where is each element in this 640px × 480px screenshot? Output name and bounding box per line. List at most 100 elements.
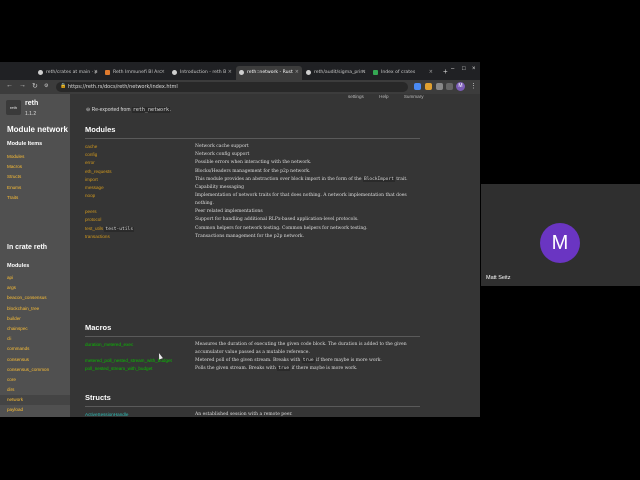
downloads-icon[interactable] [446,83,453,90]
structs-heading[interactable]: Structs [85,393,111,402]
sidebar-item-traits[interactable]: Traits [7,193,24,203]
sidebar-module-title[interactable]: Module network [7,125,68,134]
close-icon[interactable]: × [295,69,299,75]
mod-name: protocol [85,217,102,223]
video-participant-tile[interactable]: M Matt Seitz [481,184,640,286]
description-text: Possible errors when interacting with th… [195,160,312,166]
close-window-icon[interactable]: × [472,66,476,72]
rust-logo[interactable]: reth [6,100,21,115]
sidebar-item-macros[interactable]: Macros [7,162,24,172]
sidebar-crate-item-payload[interactable]: payload [7,405,70,415]
crate-version: 1.1.2 [25,111,37,117]
mod-row: noop Implementation of network traits for… [85,192,425,208]
tab-icon [373,70,378,75]
sidebar-crate-item-dirs[interactable]: dirs [7,385,70,395]
sidebar-crate-item-cli[interactable]: cli [7,334,70,344]
description-text: This module provides an abstraction over… [195,176,362,182]
inline-code: BlockImport [363,176,395,182]
macro-description: Metered poll of the given stream. Breaks… [195,357,425,365]
tab-index-of-crates[interactable]: Index of crates × [370,66,436,80]
mod-link[interactable]: protocol [85,216,193,224]
puzzle-icon[interactable] [436,83,443,90]
settings-link[interactable]: settings [348,94,364,99]
sidebar-crate-item-blockchain-tree[interactable]: blockchain_tree [7,304,70,314]
mod-row: error Possible errors when interacting wi… [85,159,425,167]
tab-label: reth::network - Rust [247,70,293,75]
description-text: Blocks/Headers management for the p2p ne… [195,168,311,174]
sidebar-crate-item-chainspec[interactable]: chainspec [7,324,70,334]
close-icon[interactable]: × [228,69,232,75]
extension-icon[interactable] [425,83,432,90]
mod-name: cache [85,144,98,149]
sidebar-crate-item-commands[interactable]: commands [7,344,70,354]
sidebar-crate-title[interactable]: In crate reth [7,244,47,251]
mod-description: Support for handling additional RLPx-bas… [195,216,425,224]
struct-row: ActiveSessionHandle An established sessio… [85,411,425,417]
close-icon[interactable]: × [94,69,98,75]
close-icon[interactable]: × [362,69,366,75]
tab-introduction[interactable]: Introduction - reth B × [169,66,235,80]
sidebar-crate-item-args[interactable]: args [7,283,70,293]
sidebar-item-enums[interactable]: Enums [7,183,24,193]
extension-icon[interactable] [414,83,421,90]
macro-link[interactable]: duration_metered_exec [85,341,193,349]
tab-reth-audit[interactable]: reth/audit/sigma_prim × [303,66,369,80]
description-text: Metered poll of the given stream. Breaks… [195,358,301,363]
sidebar-crate-item-consensus[interactable]: consensus [7,355,70,365]
forward-icon[interactable]: → [19,82,26,89]
mod-link[interactable]: import [85,176,193,184]
description-text: Transactions management for the p2p netw… [195,233,305,239]
tab-reth-network[interactable]: reth::network - Rust × [236,66,302,80]
address-bar[interactable]: 🔒 https://reth.rs/docs/reth/network/inde… [56,82,408,92]
modules-heading[interactable]: Modules [85,125,115,134]
reload-icon[interactable]: ↻ [32,82,38,90]
tab-label: reth/audit/sigma_prim [314,70,365,75]
sidebar-item-structs[interactable]: Structs [7,172,24,182]
sidebar-crate-item-primitives[interactable]: primitives [7,416,70,417]
tab-reth-crates[interactable]: reth/crates at main · p × [35,66,101,80]
macros-heading[interactable]: Macros [85,323,111,332]
back-icon[interactable]: ← [6,82,13,89]
tab-reth-immunefi[interactable]: Reth Immunefi Bl Arc × [102,66,168,80]
mod-name: message [85,185,104,190]
mod-link[interactable]: error [85,159,193,167]
new-tab-button[interactable]: + [443,67,448,76]
minimize-icon[interactable]: – [451,66,454,72]
description-text: An established session with a remote pee… [195,412,293,417]
participant-name: Matt Seitz [486,275,511,281]
rust-icon [239,70,244,75]
mod-name: eth_requests [85,168,112,174]
crate-name[interactable]: reth [25,100,38,107]
mod-link[interactable]: cache [85,143,193,151]
mod-link[interactable]: noop [85,192,193,200]
macro-link[interactable]: metered_poll_nested_stream_with_budget [85,357,193,365]
description-text: Network cache support [195,144,249,149]
sidebar-crate-modules-heading[interactable]: Modules [7,263,29,269]
mod-link[interactable]: message [85,184,193,192]
sidebar-module-items-heading[interactable]: Module Items [7,141,42,147]
help-link[interactable]: Help [379,94,388,99]
macro-link[interactable]: poll_nested_stream_with_budget [85,365,193,373]
close-icon[interactable]: × [161,69,165,75]
sidebar-crate-item-network[interactable]: network [0,395,70,406]
sidebar-item-modules[interactable]: Modules [7,152,24,162]
mod-link[interactable]: peers [85,208,193,216]
summary-link[interactable]: Summary [404,94,424,99]
tune-icon[interactable]: ⚙ [44,83,48,89]
sidebar-crate-item-core[interactable]: core [7,375,70,385]
description-text: Network config support [195,152,250,158]
profile-avatar[interactable]: M [456,82,465,91]
sidebar-crate-item-beacon-consensus[interactable]: beacon_consensus [7,293,70,303]
close-icon[interactable]: × [429,69,433,75]
description-text: Polls the given stream. Breaks with [195,366,276,372]
struct-link[interactable]: ActiveSessionHandle [85,411,193,417]
sidebar-crate-item-api[interactable]: api [7,273,70,283]
mod-link[interactable]: transactions [85,233,193,241]
menu-icon[interactable]: ⋮ [470,82,477,90]
sidebar-crate-item-consensus-common[interactable]: consensus_common [7,365,70,375]
maximize-icon[interactable]: □ [462,66,466,72]
mod-link[interactable]: config [85,151,193,159]
sidebar-crate-item-builder[interactable]: builder [7,314,70,324]
mod-row: message Capability messaging [85,184,425,192]
mod-link[interactable]: eth_requests [85,168,193,176]
